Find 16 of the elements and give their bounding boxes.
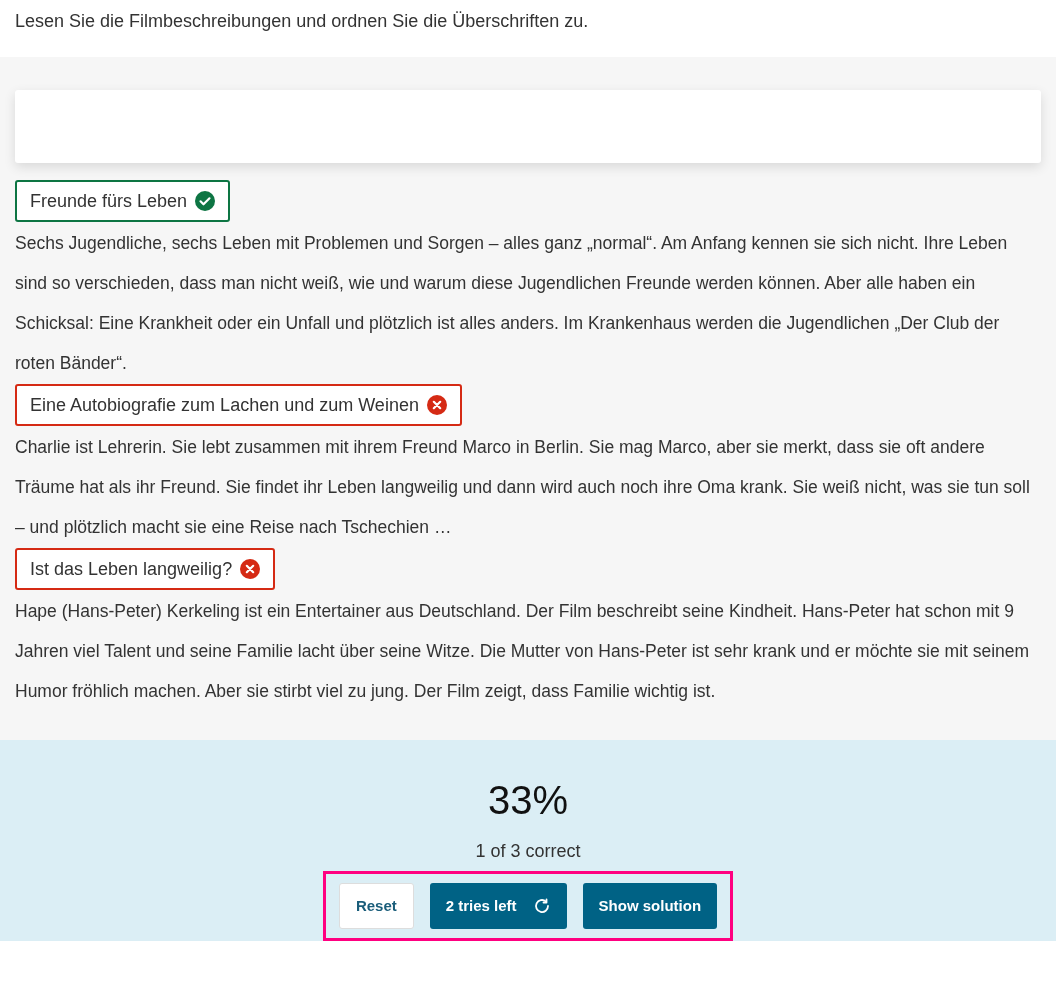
refresh-icon xyxy=(532,897,551,915)
heading-tag[interactable]: Ist das Leben langweilig? xyxy=(15,548,276,590)
reset-button[interactable]: Reset xyxy=(338,883,414,929)
show-solution-button[interactable]: Show solution xyxy=(582,883,718,929)
score-percent: 33% xyxy=(487,777,569,824)
instruction-text: Lesen Sie die Filmbeschreibungen und ordnen Sie die Überschriften zu. xyxy=(15,10,590,33)
cross-icon xyxy=(240,559,261,579)
heading-tag[interactable]: Eine Autobiografie zum Lachen und zum Weinen xyxy=(15,384,462,426)
check-icon xyxy=(195,191,216,211)
retry-button[interactable]: 2 tries left xyxy=(429,883,567,929)
score-summary: 1 of 3 correct xyxy=(475,840,581,863)
film-description: Sechs Jugendliche, sechs Leben mit Problemen und Sorgen – alles ganz „normal“. Am Anfang kennen sie sich nicht. Ihre Leben sind so verschieden, dass man nicht weiß, wie und warum diese Jugendlichen Freunde werden können. Aber alle haben ein Schicksal: Eine Krankheit oder ein Unfall und plötzlich ist alles anders. Im Krankenhaus werden die Jugendlichen „Der Club der roten Bänder“. xyxy=(15,232,1009,375)
film-description: Charlie ist Lehrerin. Sie lebt zusammen mit ihrem Freund Marco in Berlin. Sie mag Marco, aber sie merkt, dass sie oft andere Träume hat als ihr Freund. Sie findet ihr Leben langweilig und dann wird auch noch ihre Oma krank. Sie weiß nicht, was sie tun soll – und plötzlich macht sie eine Reise nach Tschechien … xyxy=(15,436,1031,539)
film-description: Hape (Hans-Peter) Kerkeling ist ein Entertainer aus Deutschland. Der Film beschreibt seine Kindheit. Hans-Peter hat schon mit 9 Jahren viel Talent und seine Familie lacht über seine Witze. Die Mutter von Hans-Peter ist sehr krank und er möchte sie mit seinem Humor fröhlich machen. Aber sie stirbt viel zu jung. Der Film zeigt, dass Familie wichtig ist. xyxy=(15,600,1031,703)
cross-icon xyxy=(426,395,447,415)
heading-tag[interactable]: Freunde fürs Leben xyxy=(15,180,231,222)
